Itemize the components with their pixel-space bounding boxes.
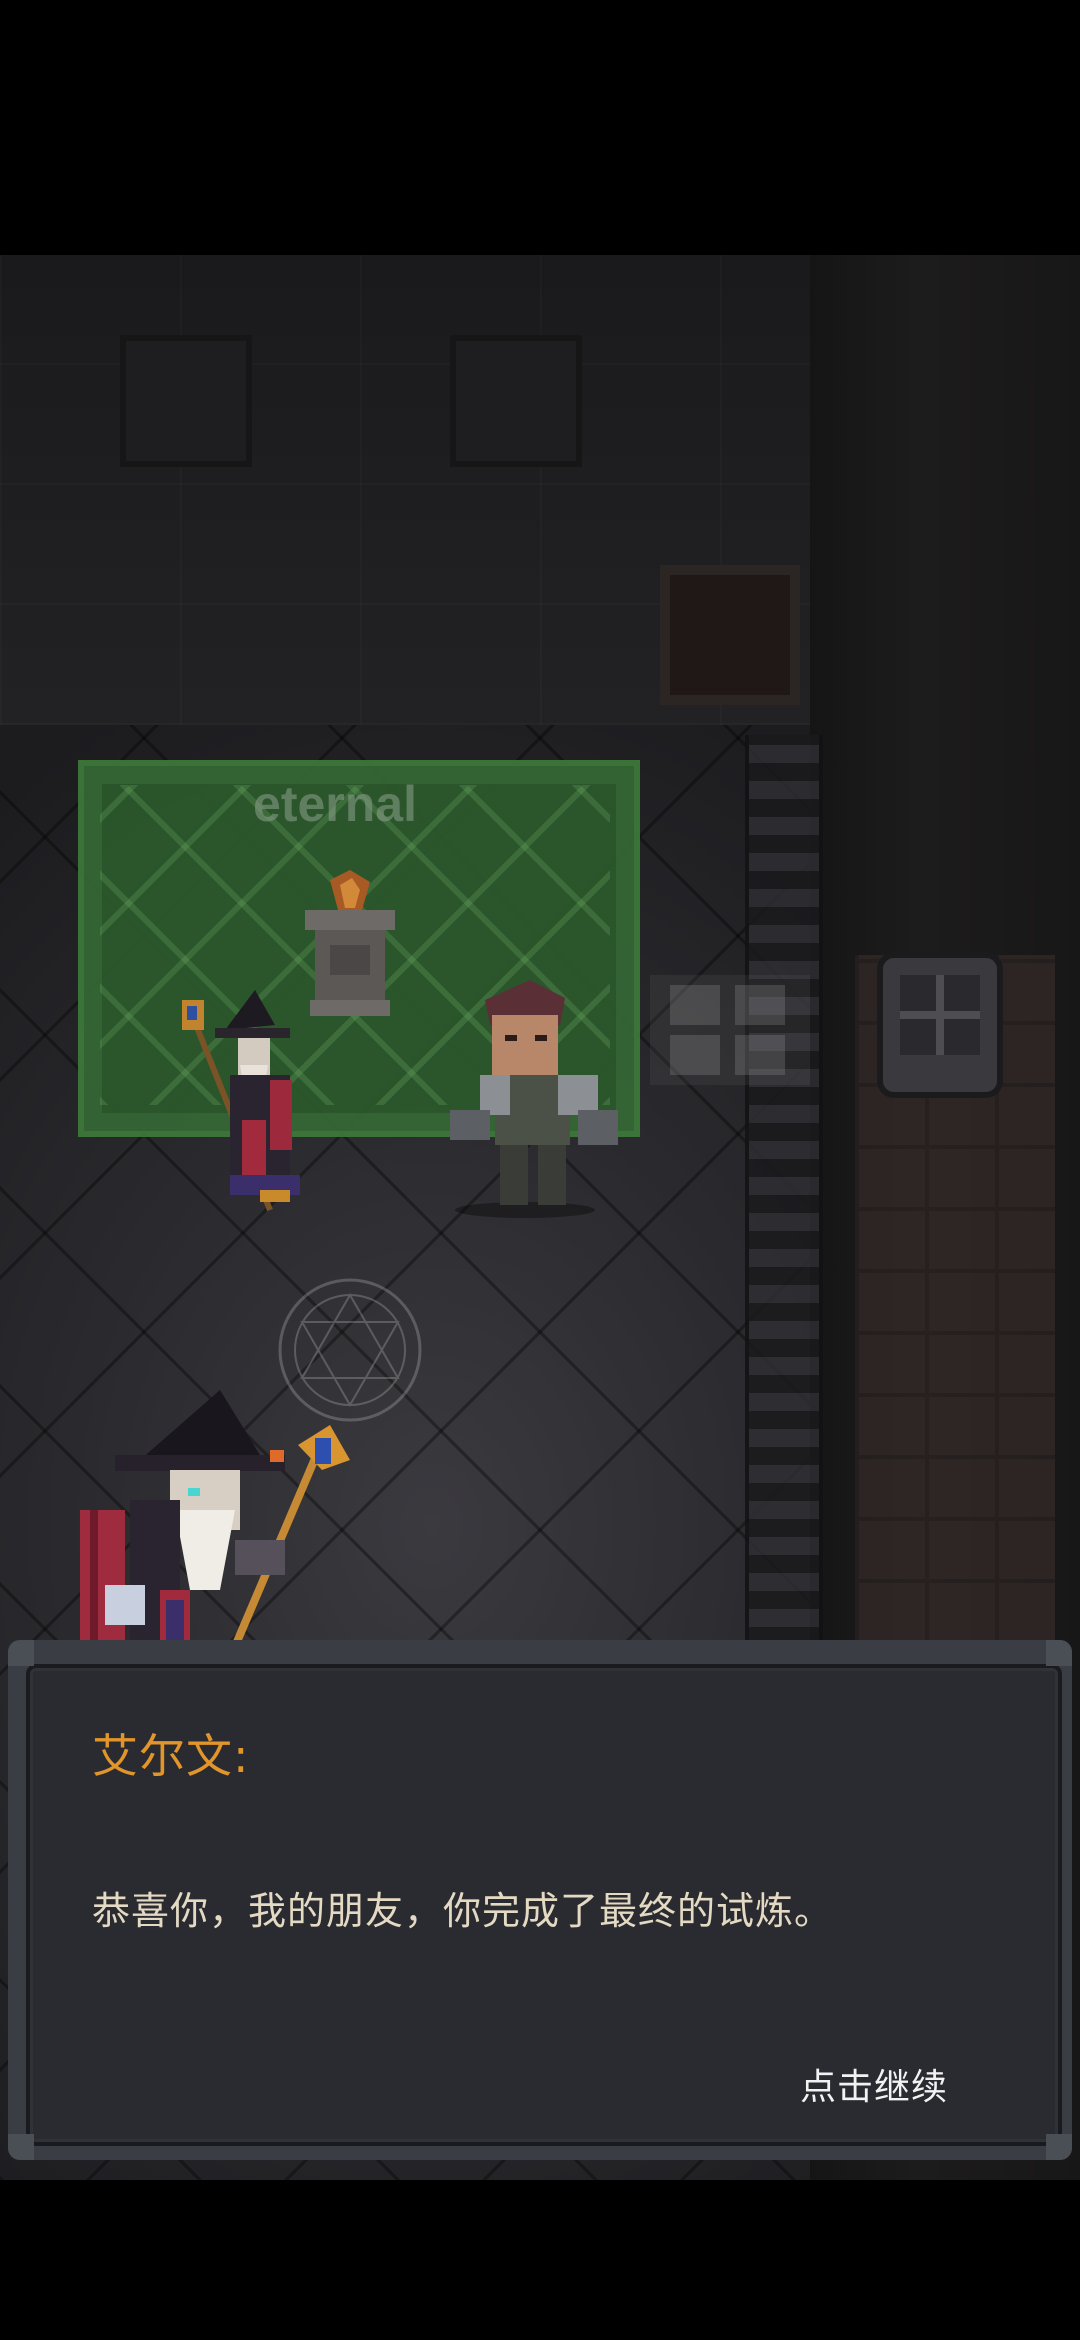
wizard-portrait xyxy=(80,1390,350,1670)
hero-sprite xyxy=(450,980,618,1218)
wall-alcove xyxy=(120,335,252,467)
dialog-corner xyxy=(1046,1640,1072,1666)
bottom-letterbox xyxy=(0,2180,1080,2340)
window-light xyxy=(650,975,810,1085)
wall-painting xyxy=(660,565,800,705)
rug-label: eternal xyxy=(253,776,417,832)
wall-alcove xyxy=(450,335,582,467)
continue-button[interactable]: 点击继续 xyxy=(800,2058,948,2110)
dialog-message: 恭喜你，我的朋友，你完成了最终的试炼。 xyxy=(92,1889,834,1933)
wizard-sprite xyxy=(182,990,300,1212)
dialog-corner xyxy=(8,1640,34,1666)
speaker-name: 艾尔文: xyxy=(92,1729,250,1783)
dialog-corner xyxy=(1046,2134,1072,2160)
top-letterbox xyxy=(0,0,1080,255)
lantern-icon xyxy=(877,952,1003,1098)
dialog-corner xyxy=(8,2134,34,2160)
